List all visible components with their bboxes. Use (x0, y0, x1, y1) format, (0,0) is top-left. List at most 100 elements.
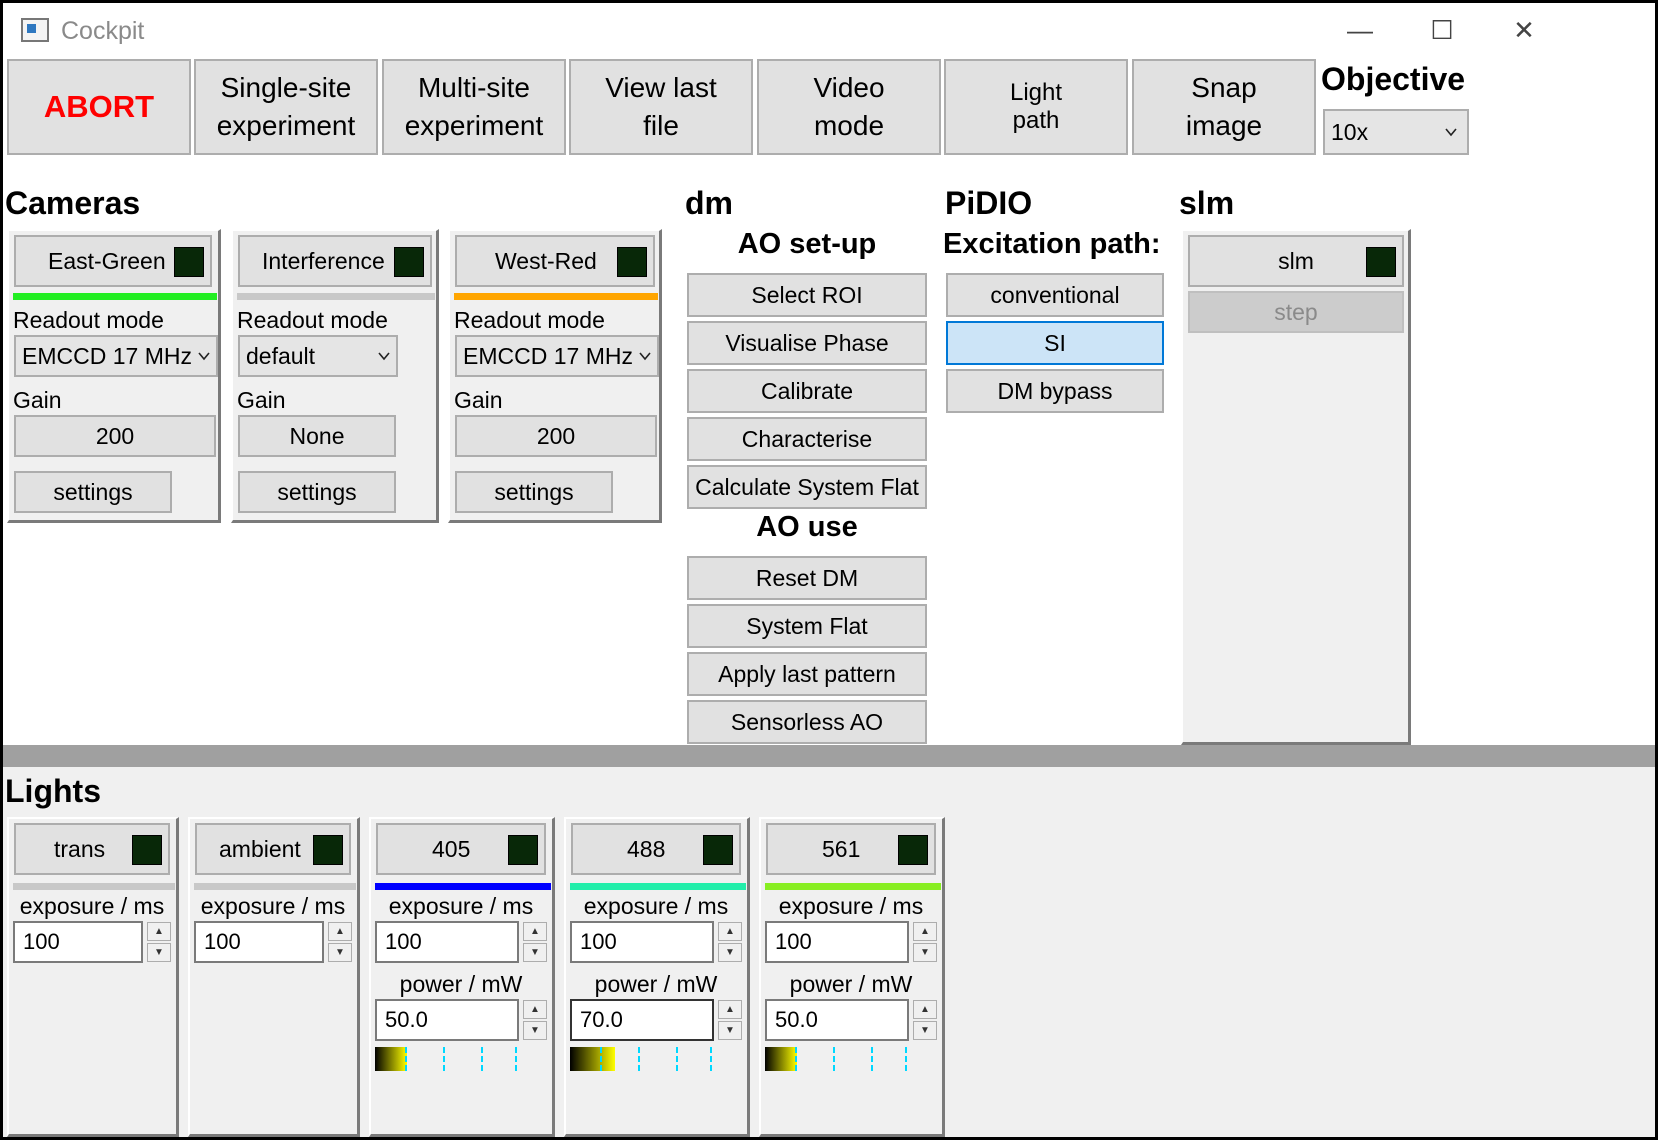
button-label: DM bypass (997, 377, 1113, 404)
spin-up-icon[interactable]: ▲ (147, 922, 171, 941)
light-toggle-561[interactable]: 561 (766, 823, 936, 875)
view-last-file-button[interactable]: View last file (569, 59, 753, 155)
spin-down-icon[interactable]: ▼ (913, 943, 937, 962)
camera-toggle-east-green[interactable]: East-Green (14, 235, 212, 287)
light-toggle-488[interactable]: 488 (571, 823, 741, 875)
slm-toggle[interactable]: slm (1188, 235, 1404, 287)
spin-down-icon[interactable]: ▼ (523, 1021, 547, 1040)
exposure-label: exposure / ms (200, 893, 346, 919)
chevron-down-icon (198, 352, 210, 361)
power-input[interactable]: 70.0 (570, 999, 714, 1041)
maximize-button[interactable]: ☐ (1407, 3, 1477, 57)
light-color-strip (194, 883, 356, 890)
select-roi-button[interactable]: Select ROI (687, 273, 927, 317)
exposure-label: exposure / ms (388, 893, 534, 919)
close-icon: ✕ (1513, 14, 1535, 45)
minimize-button[interactable]: — (1325, 3, 1395, 57)
camera-name: Interference (262, 247, 385, 274)
conventional-button[interactable]: conventional (946, 273, 1164, 317)
slm-step-button[interactable]: step (1188, 291, 1404, 333)
spin-up-icon[interactable]: ▲ (718, 1000, 742, 1019)
status-indicator (898, 835, 928, 865)
slm-panel: slm step (1181, 229, 1411, 745)
exposure-input[interactable]: 100 (570, 921, 714, 963)
camera-toggle-interference[interactable]: Interference (238, 235, 432, 287)
level-tick (795, 1047, 797, 1071)
gain-value: 200 (536, 422, 576, 449)
dm-bypass-button[interactable]: DM bypass (946, 369, 1164, 413)
level-tick (638, 1047, 640, 1071)
camera-settings-button[interactable]: settings (238, 471, 396, 513)
level-tick (481, 1047, 483, 1071)
slm-label: slm (1278, 247, 1314, 274)
level-tick (710, 1047, 712, 1071)
exposure-input[interactable]: 100 (13, 921, 143, 963)
button-label: path (1012, 107, 1060, 134)
gain-button[interactable]: 200 (14, 415, 216, 457)
spin-up-icon[interactable]: ▲ (328, 922, 352, 941)
objective-select[interactable]: 10x (1323, 109, 1469, 155)
spin-down-icon[interactable]: ▼ (718, 943, 742, 962)
camera-settings-button[interactable]: settings (455, 471, 613, 513)
video-mode-button[interactable]: Video mode (757, 59, 941, 155)
spin-down-icon[interactable]: ▼ (523, 943, 547, 962)
light-panel-405: 405 exposure / ms 100 ▲ ▼ power / mW 50.… (369, 817, 555, 1137)
status-indicator (313, 835, 343, 865)
exposure-input[interactable]: 100 (375, 921, 519, 963)
readout-mode-select[interactable]: EMCCD 17 MHz (455, 335, 659, 377)
exposure-input[interactable]: 100 (765, 921, 909, 963)
camera-toggle-west-red[interactable]: West-Red (455, 235, 655, 287)
readout-mode-value: EMCCD 17 MHz (463, 342, 633, 369)
si-button[interactable]: SI (946, 321, 1164, 365)
light-name: 405 (432, 835, 471, 862)
snap-image-button[interactable]: Snap image (1132, 59, 1316, 155)
visualise-phase-button[interactable]: Visualise Phase (687, 321, 927, 365)
pane-splitter[interactable] (3, 745, 1655, 767)
button-label: image (1185, 110, 1263, 141)
multi-site-experiment-button[interactable]: Multi-site experiment (382, 59, 566, 155)
single-site-experiment-button[interactable]: Single-site experiment (194, 59, 378, 155)
camera-settings-button[interactable]: settings (14, 471, 172, 513)
power-input[interactable]: 50.0 (765, 999, 909, 1041)
spin-up-icon[interactable]: ▲ (913, 922, 937, 941)
readout-mode-select[interactable]: default (238, 335, 398, 377)
calibrate-button[interactable]: Calibrate (687, 369, 927, 413)
gain-button[interactable]: None (238, 415, 396, 457)
status-indicator (508, 835, 538, 865)
sensorless-ao-button[interactable]: Sensorless AO (687, 700, 927, 744)
button-label: Reset DM (755, 564, 859, 591)
power-input[interactable]: 50.0 (375, 999, 519, 1041)
settings-label: settings (53, 478, 133, 505)
spin-down-icon[interactable]: ▼ (718, 1021, 742, 1040)
spin-down-icon[interactable]: ▼ (147, 943, 171, 962)
spin-up-icon[interactable]: ▲ (523, 922, 547, 941)
characterise-button[interactable]: Characterise (687, 417, 927, 461)
lights-heading: Lights (5, 773, 101, 809)
abort-button[interactable]: ABORT (7, 59, 191, 155)
step-label: step (1274, 298, 1318, 325)
status-indicator (703, 835, 733, 865)
light-toggle-405[interactable]: 405 (376, 823, 546, 875)
camera-color-strip (237, 293, 435, 300)
spin-down-icon[interactable]: ▼ (328, 943, 352, 962)
light-color-strip (765, 883, 941, 890)
gain-button[interactable]: 200 (455, 415, 657, 457)
button-label: Calibrate (760, 377, 854, 404)
readout-mode-select[interactable]: EMCCD 17 MHz (14, 335, 218, 377)
camera-name: East-Green (48, 247, 166, 274)
apply-last-pattern-button[interactable]: Apply last pattern (687, 652, 927, 696)
spin-down-icon[interactable]: ▼ (913, 1021, 937, 1040)
button-label: file (643, 110, 679, 141)
spin-up-icon[interactable]: ▲ (913, 1000, 937, 1019)
spin-up-icon[interactable]: ▲ (718, 922, 742, 941)
reset-dm-button[interactable]: Reset DM (687, 556, 927, 600)
light-toggle-ambient[interactable]: ambient (195, 823, 351, 875)
system-flat-button[interactable]: System Flat (687, 604, 927, 648)
light-toggle-trans[interactable]: trans (14, 823, 170, 875)
light-path-button[interactable]: Light path (944, 59, 1128, 155)
close-button[interactable]: ✕ (1489, 3, 1559, 57)
settings-label: settings (277, 478, 357, 505)
exposure-input[interactable]: 100 (194, 921, 324, 963)
calculate-system-flat-button[interactable]: Calculate System Flat (687, 465, 927, 509)
spin-up-icon[interactable]: ▲ (523, 1000, 547, 1019)
